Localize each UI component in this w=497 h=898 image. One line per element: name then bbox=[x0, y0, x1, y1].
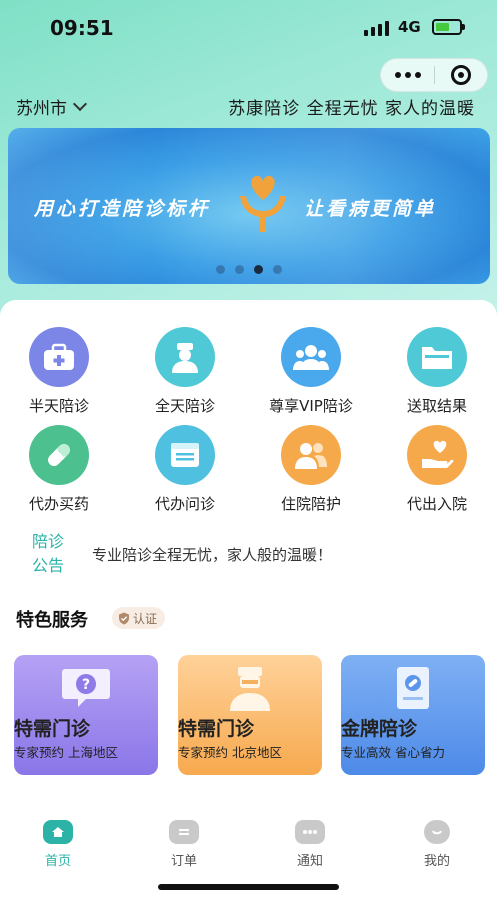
chevron-down-icon bbox=[72, 96, 88, 111]
carousel-dots bbox=[8, 265, 490, 274]
certified-badge-label: 认证 bbox=[133, 611, 158, 626]
service-label: 送取结果 bbox=[406, 397, 467, 415]
service-label: 代出入院 bbox=[406, 495, 467, 513]
pill-icon bbox=[29, 425, 89, 485]
tab-label: 订单 bbox=[170, 854, 197, 869]
caregiver-icon bbox=[281, 425, 341, 485]
service-label: 代办问诊 bbox=[154, 495, 215, 513]
tab-orders[interactable]: 订单 bbox=[144, 820, 224, 869]
medical-kit-icon bbox=[29, 327, 89, 387]
service-label: 半天陪诊 bbox=[28, 397, 89, 415]
featured-card-title: 特需门诊 bbox=[178, 718, 255, 740]
document-icon bbox=[397, 667, 429, 709]
service-label: 住院陪护 bbox=[280, 495, 341, 513]
tab-label: 我的 bbox=[423, 854, 450, 869]
service-label: 代办买药 bbox=[28, 495, 89, 513]
notice-text: 专业陪诊全程无忧，家人般的温暖！ bbox=[92, 546, 333, 564]
order-icon bbox=[169, 820, 199, 844]
certified-badge: 认证 bbox=[112, 607, 166, 629]
home-indicator bbox=[158, 884, 339, 890]
service-vip[interactable]: 尊享VIP陪诊 bbox=[256, 327, 366, 416]
featured-section-title: 特色服务 bbox=[16, 610, 88, 631]
city-selector[interactable]: 苏州市 bbox=[16, 94, 88, 119]
service-admission[interactable]: 代出入院 bbox=[382, 425, 492, 514]
tab-home[interactable]: 首页 bbox=[18, 820, 98, 869]
close-miniprogram-icon[interactable] bbox=[435, 59, 487, 91]
carousel-dot[interactable] bbox=[216, 265, 225, 274]
hand-heart-logo-icon bbox=[240, 175, 286, 232]
banner-left-text: 用心打造陪诊标杆 bbox=[34, 198, 211, 220]
service-full-day[interactable]: 全天陪诊 bbox=[130, 327, 240, 416]
featured-card-subtitle: 专业高效 省心省力 bbox=[341, 745, 445, 760]
home-icon bbox=[43, 820, 73, 844]
heart-hand-icon bbox=[407, 425, 467, 485]
tab-label: 通知 bbox=[296, 854, 323, 869]
profile-icon bbox=[424, 820, 450, 844]
battery-icon bbox=[432, 19, 465, 35]
question-chat-icon: ? bbox=[62, 669, 110, 707]
tab-notifications[interactable]: 通知 bbox=[270, 820, 350, 869]
tab-profile[interactable]: 我的 bbox=[397, 820, 477, 869]
featured-card-title: 特需门诊 bbox=[14, 718, 91, 740]
banner-right-text: 让看病更简单 bbox=[304, 198, 437, 220]
carousel-dot-active[interactable] bbox=[254, 265, 263, 274]
featured-card-title: 金牌陪诊 bbox=[341, 718, 418, 740]
service-buy-medicine[interactable]: 代办买药 bbox=[4, 425, 114, 514]
group-icon bbox=[281, 327, 341, 387]
service-consultation[interactable]: 代办问诊 bbox=[130, 425, 240, 514]
service-label: 尊享VIP陪诊 bbox=[269, 397, 353, 415]
service-label: 全天陪诊 bbox=[154, 397, 215, 415]
featured-card-subtitle: 专家预约 北京地区 bbox=[178, 745, 282, 760]
signal-icon bbox=[364, 20, 389, 36]
tab-label: 首页 bbox=[44, 854, 71, 869]
city-label: 苏州市 bbox=[16, 99, 67, 119]
notice-title: 陪诊公告 bbox=[31, 532, 64, 575]
service-results[interactable]: 送取结果 bbox=[382, 327, 492, 416]
more-icon[interactable] bbox=[381, 59, 434, 91]
svg-text:?: ? bbox=[82, 677, 90, 693]
folder-icon bbox=[407, 327, 467, 387]
carousel-dot[interactable] bbox=[235, 265, 244, 274]
header-slogan: 苏康陪诊 全程无忧 家人的温暖 bbox=[228, 99, 475, 119]
status-bar: 09:51 4G bbox=[0, 0, 497, 56]
service-hospital-care[interactable]: 住院陪护 bbox=[256, 425, 366, 514]
status-time: 09:51 bbox=[50, 16, 114, 40]
featured-card-subtitle: 专家预约 上海地区 bbox=[14, 745, 118, 760]
chat-icon bbox=[295, 820, 325, 844]
nurse-icon bbox=[155, 327, 215, 387]
notice-bar[interactable]: 陪诊公告 专业陪诊全程无忧，家人般的温暖！ bbox=[16, 528, 476, 582]
network-label: 4G bbox=[398, 18, 421, 36]
shield-check-icon bbox=[119, 612, 129, 624]
carousel-dot[interactable] bbox=[273, 265, 282, 274]
form-icon bbox=[155, 425, 215, 485]
banner-carousel[interactable]: 用心打造陪诊标杆 让看病更简单 bbox=[8, 128, 490, 284]
doctor-icon bbox=[230, 667, 270, 711]
service-half-day[interactable]: 半天陪诊 bbox=[4, 327, 114, 416]
miniprogram-capsule bbox=[380, 58, 488, 92]
